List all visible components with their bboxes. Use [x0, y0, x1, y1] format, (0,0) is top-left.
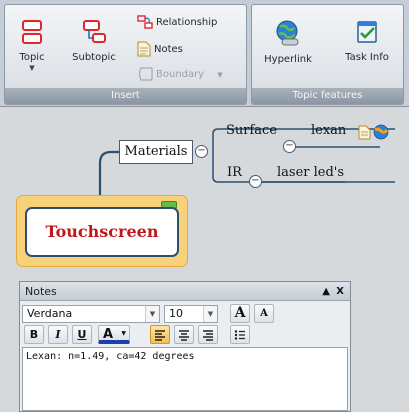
chevron-down-icon[interactable]: ▼ [203, 306, 217, 322]
topic-laser-leds[interactable]: laser led's [277, 165, 344, 180]
topic-button[interactable]: Topic ▼ [13, 19, 51, 72]
central-topic[interactable]: Touchscreen [25, 207, 179, 257]
topic-icon [22, 20, 42, 44]
materials-collapse-button[interactable]: − [195, 145, 208, 158]
chevron-down-icon[interactable]: ▼ [145, 306, 159, 322]
shrink-font-button[interactable]: A [254, 304, 274, 323]
bold-icon: B [29, 328, 39, 341]
bold-button[interactable]: B [24, 325, 44, 344]
italic-button[interactable]: I [48, 325, 68, 344]
chevron-down-icon[interactable]: ▼ [13, 64, 51, 72]
italic-icon: I [55, 328, 61, 341]
align-right-icon [203, 330, 213, 341]
minus-icon: − [197, 145, 206, 156]
align-right-button[interactable] [198, 325, 218, 344]
central-topic-label: Touchscreen [45, 222, 159, 241]
topic-features-group-label: Topic features [252, 88, 403, 104]
subtopic-ir[interactable]: IR [227, 165, 242, 180]
topic-lexan[interactable]: lexan [311, 123, 346, 138]
boundary-icon [138, 67, 153, 81]
font-size-value: 10 [169, 307, 183, 320]
boundary-button[interactable]: Boundary ▼ [137, 67, 223, 83]
hyperlink-attached-icon[interactable] [373, 124, 389, 140]
hyperlink-button[interactable]: Hyperlink [258, 19, 318, 65]
bullet-list-button[interactable] [230, 325, 250, 344]
align-center-button[interactable] [174, 325, 194, 344]
close-icon[interactable]: X [336, 282, 344, 301]
underline-icon: U [77, 328, 87, 341]
ir-collapse-button[interactable]: − [249, 175, 262, 188]
font-color-button[interactable]: A ▼ [98, 325, 130, 344]
topic-lexan-label: lexan [311, 123, 347, 138]
pin-arrow-icon[interactable]: ▲ [322, 282, 330, 301]
align-center-icon [179, 330, 189, 341]
font-family-value: Verdana [27, 307, 73, 320]
ribbon: Topic ▼ Subtopic Relationship Notes Boun… [0, 0, 409, 107]
bullet-list-icon [234, 330, 245, 340]
align-left-button[interactable] [150, 325, 170, 344]
task-info-label: Task Info [345, 52, 389, 63]
font-size-select[interactable]: 10 ▼ [164, 305, 218, 323]
boundary-label: Boundary [156, 69, 205, 80]
font-family-select[interactable]: Verdana ▼ [22, 305, 160, 323]
subtopic-icon [83, 20, 106, 43]
notes-editor[interactable]: Lexan: n=1.49, ca=42 degrees [22, 347, 348, 411]
relationship-icon [137, 15, 153, 29]
font-color-icon: A [103, 327, 114, 342]
notes-icon [137, 41, 151, 57]
boundary-dropdown-icon[interactable]: ▼ [217, 71, 222, 79]
task-info-icon [357, 21, 377, 43]
topic-features-group: Hyperlink Task Info Topic features [251, 4, 404, 105]
topic-label: Topic [19, 52, 45, 63]
notes-label: Notes [154, 44, 183, 55]
hyperlink-label: Hyperlink [264, 54, 312, 65]
main-topic-label: Materials [124, 144, 188, 159]
subtopic-label: Subtopic [72, 52, 116, 63]
align-left-icon [155, 330, 165, 341]
subtopic-ir-label: IR [227, 165, 242, 180]
notes-panel: Notes ▲ X Verdana ▼ 10 ▼ A A B I U A ▼ L… [19, 281, 351, 412]
notes-panel-title: Notes [25, 285, 57, 298]
subtopic-button[interactable]: Subtopic [65, 19, 123, 63]
relationship-button[interactable]: Relationship [137, 15, 217, 31]
mindmap-canvas[interactable]: Materials − Surface − lexan IR − laser l… [0, 107, 409, 412]
minus-icon: − [251, 175, 260, 186]
notes-button[interactable]: Notes [137, 41, 183, 57]
underline-button[interactable]: U [72, 325, 92, 344]
insert-group: Topic ▼ Subtopic Relationship Notes Boun… [4, 4, 247, 105]
chevron-down-icon[interactable]: ▼ [121, 326, 126, 341]
notes-content: Lexan: n=1.49, ca=42 degrees [26, 351, 195, 362]
topic-laser-leds-label: laser led's [277, 165, 345, 180]
minus-icon: − [285, 140, 294, 151]
task-info-button[interactable]: Task Info [334, 19, 400, 63]
subtopic-surface[interactable]: Surface [226, 123, 277, 138]
central-topic-selection[interactable]: Touchscreen [16, 195, 188, 267]
grow-font-button[interactable]: A [230, 304, 250, 323]
surface-collapse-button[interactable]: − [283, 140, 296, 153]
notes-panel-header: Notes ▲ X [20, 282, 350, 301]
relationship-label: Relationship [156, 17, 218, 28]
hyperlink-icon [276, 20, 299, 46]
note-attached-icon[interactable] [358, 125, 371, 140]
shrink-font-icon: A [260, 308, 268, 319]
subtopic-surface-label: Surface [226, 123, 278, 138]
main-topic-materials[interactable]: Materials [119, 140, 193, 164]
insert-group-label: Insert [5, 88, 246, 104]
grow-font-icon: A [234, 305, 246, 321]
